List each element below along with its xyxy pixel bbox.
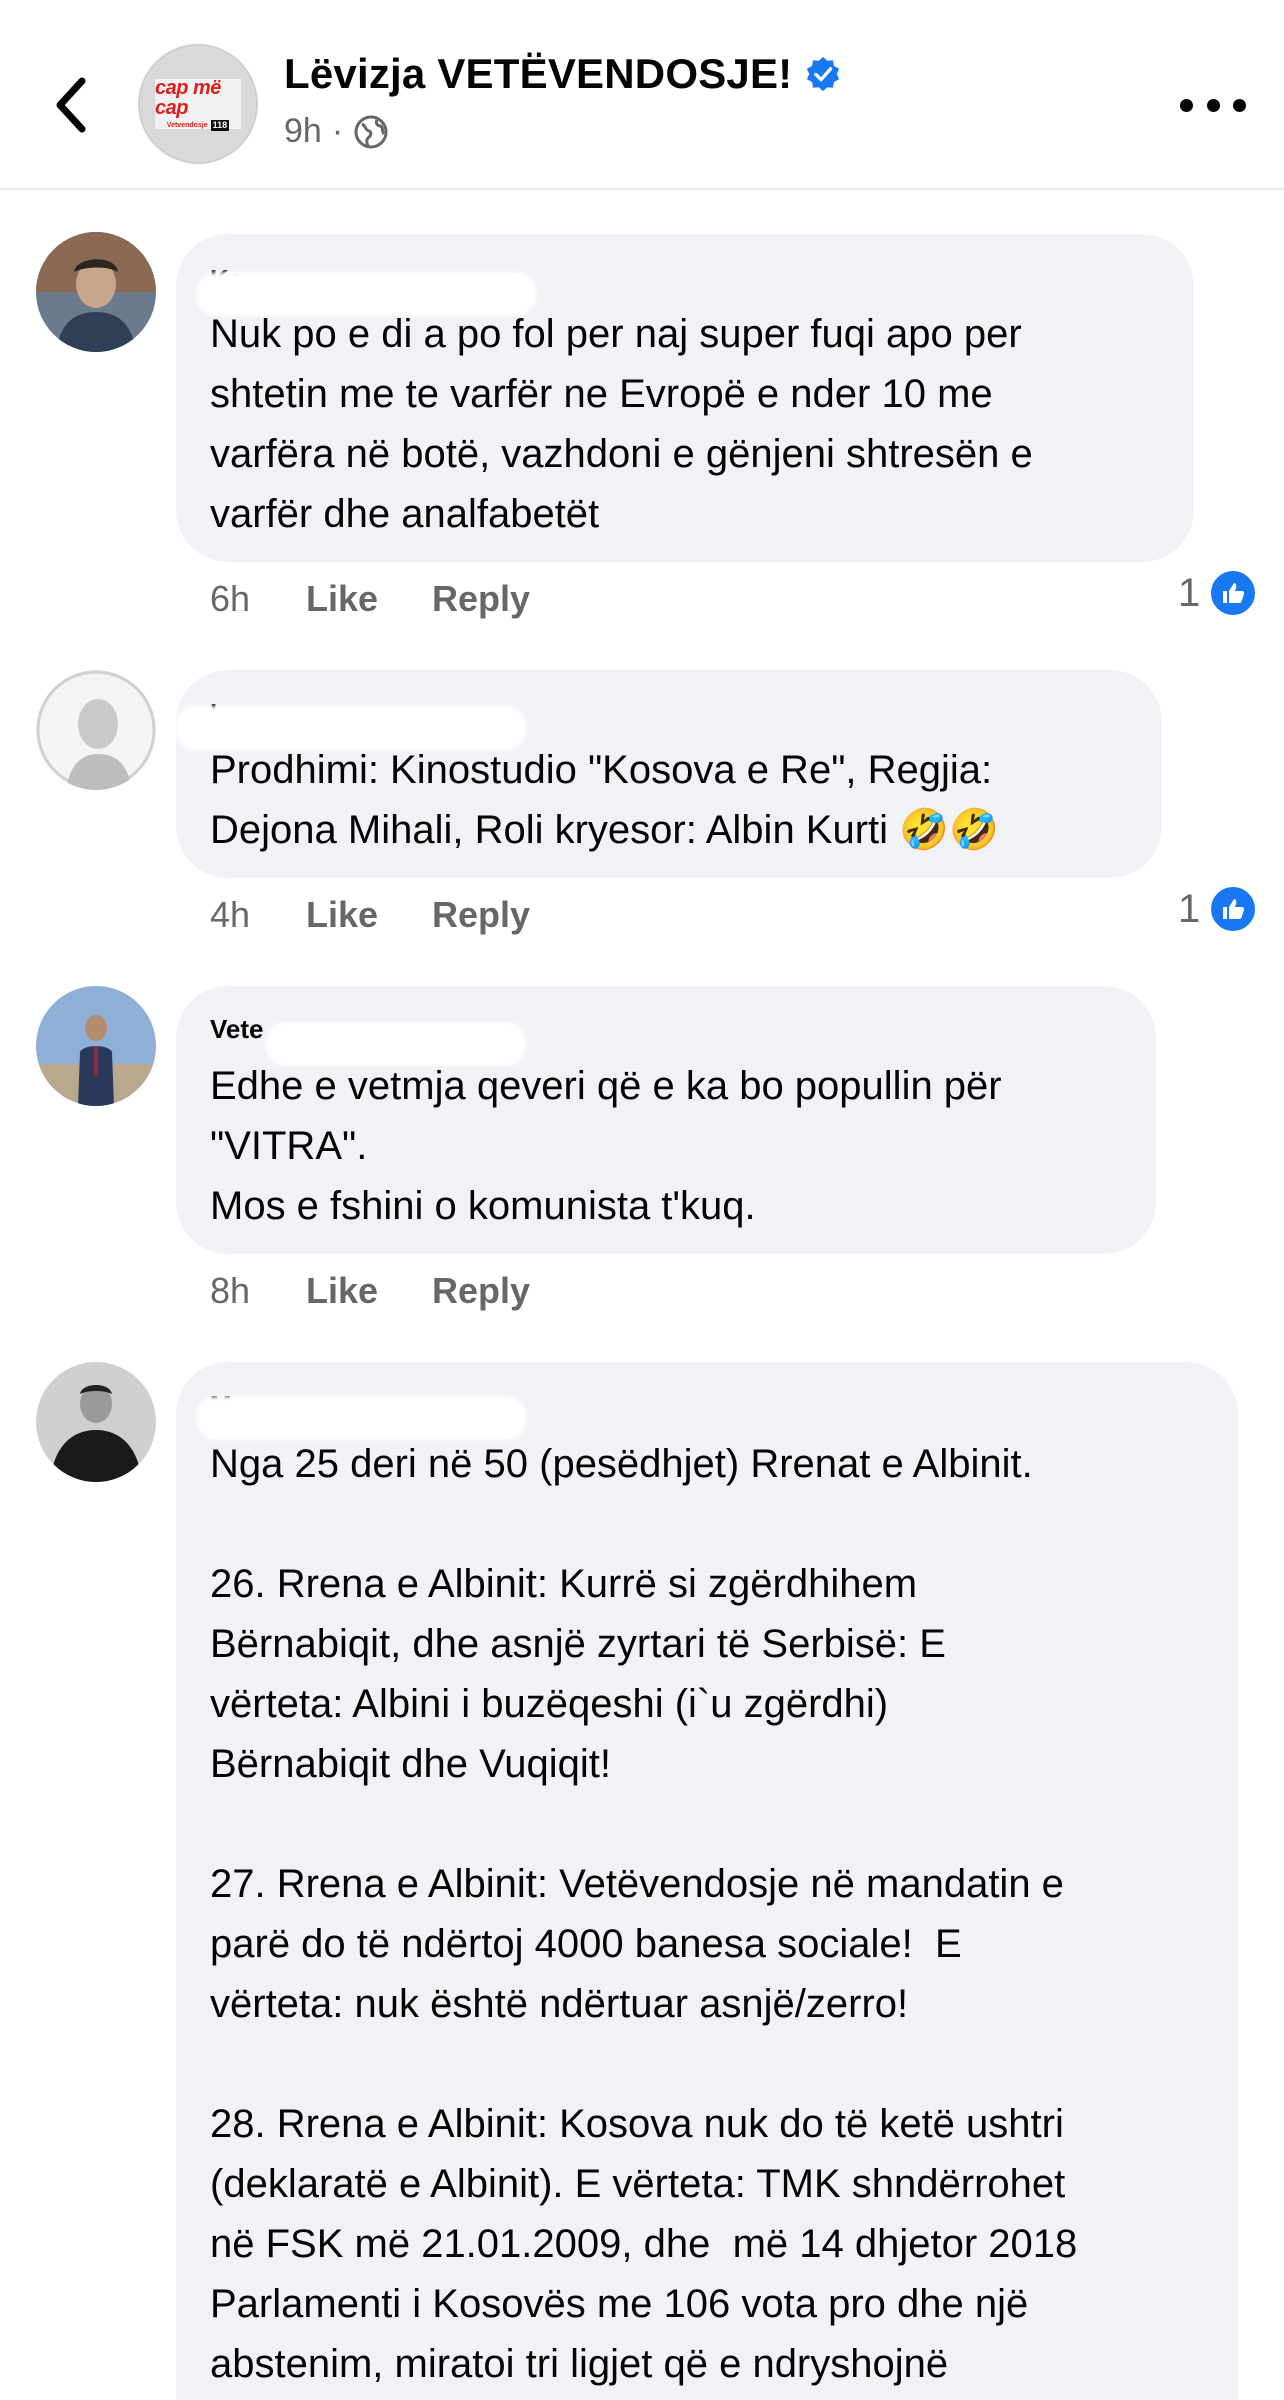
commenter-avatar[interactable] xyxy=(36,232,156,352)
reaction-summary[interactable]: 1 xyxy=(1178,884,1259,934)
author-name[interactable]: Vete xyxy=(210,1014,264,1045)
more-dot xyxy=(1206,98,1220,112)
more-dot xyxy=(1180,98,1193,112)
reply-button[interactable]: Reply xyxy=(432,1270,530,1312)
like-button[interactable]: Like xyxy=(306,894,432,936)
avatar-photo xyxy=(36,986,156,1106)
comment-author[interactable]: I xyxy=(176,698,1162,750)
comment-text: Edhe e vetmja qeveri që e ka bo popullin… xyxy=(210,1064,1002,1228)
more-options-button[interactable] xyxy=(1180,90,1246,120)
comment-author[interactable]: Ko xyxy=(176,264,1194,316)
like-button[interactable]: Like xyxy=(306,1270,432,1312)
comment-author[interactable]: Vete xyxy=(176,1014,1156,1066)
reaction-count: 1 xyxy=(1178,570,1201,615)
post-time[interactable]: 9h xyxy=(284,112,322,151)
avatar-photo xyxy=(36,232,156,352)
comment-text: Nuk po e di a po fol per naj super fuqi … xyxy=(210,312,1033,536)
more-dot xyxy=(1233,98,1246,112)
comment-bubble: Vete Edhe e vetmja qeveri që e ka bo pop… xyxy=(176,986,1156,1254)
reaction-count: 1 xyxy=(1178,886,1201,931)
comment-actions: 6h Like Reply xyxy=(210,578,530,620)
avatar-photo xyxy=(36,1362,156,1482)
reply-button[interactable]: Reply xyxy=(432,894,530,936)
comment-bubble: M Nga 25 deri në 50 (pesëdhjet) Rrenat e… xyxy=(176,1362,1238,2400)
thumbs-up-icon xyxy=(1208,568,1259,618)
avatar-photo xyxy=(36,670,156,790)
comment-actions: 8h Like Reply xyxy=(210,1270,530,1312)
comment-time[interactable]: 6h xyxy=(210,578,306,620)
commenter-avatar[interactable] xyxy=(36,1362,156,1482)
meta-separator: · xyxy=(331,112,344,150)
page-name[interactable]: Lëvizja VETËVENDOSJE! xyxy=(284,50,842,98)
comment-time[interactable]: 4h xyxy=(210,894,306,936)
comment-author[interactable]: M xyxy=(176,1390,1238,1440)
comment-text: Prodhimi: Kinostudio "Kosova e Re", Regj… xyxy=(210,748,999,852)
comment-actions: 4h Like Reply xyxy=(210,894,530,936)
comment-bubble: Ko Nuk po e di a po fol per naj super fu… xyxy=(176,234,1194,562)
post-header: cap më cap Vetvendosje 118 Lëvizja VETËV… xyxy=(0,0,1284,190)
page-avatar[interactable]: cap më cap Vetvendosje 118 xyxy=(138,44,258,164)
reply-button[interactable]: Reply xyxy=(432,578,530,620)
back-button[interactable] xyxy=(40,60,100,150)
thumbs-up-icon xyxy=(1208,884,1259,934)
comment-bubble: I Prodhimi: Kinostudio "Kosova e Re", Re… xyxy=(176,670,1162,878)
comment-time[interactable]: 8h xyxy=(210,1270,306,1312)
page-logo: cap më cap Vetvendosje 118 xyxy=(155,78,241,131)
page-name-text[interactable]: Lëvizja VETËVENDOSJE! xyxy=(284,50,792,98)
post-meta: 9h · xyxy=(284,112,389,151)
chevron-left-icon xyxy=(56,77,86,133)
globe-icon xyxy=(354,115,388,148)
commenter-avatar[interactable] xyxy=(36,670,156,790)
comment-text: Nga 25 deri në 50 (pesëdhjet) Rrenat e A… xyxy=(210,1442,1078,2386)
verified-badge-icon xyxy=(807,56,840,92)
like-button[interactable]: Like xyxy=(306,578,432,620)
commenter-avatar[interactable] xyxy=(36,986,156,1106)
reaction-summary[interactable]: 1 xyxy=(1178,568,1259,618)
